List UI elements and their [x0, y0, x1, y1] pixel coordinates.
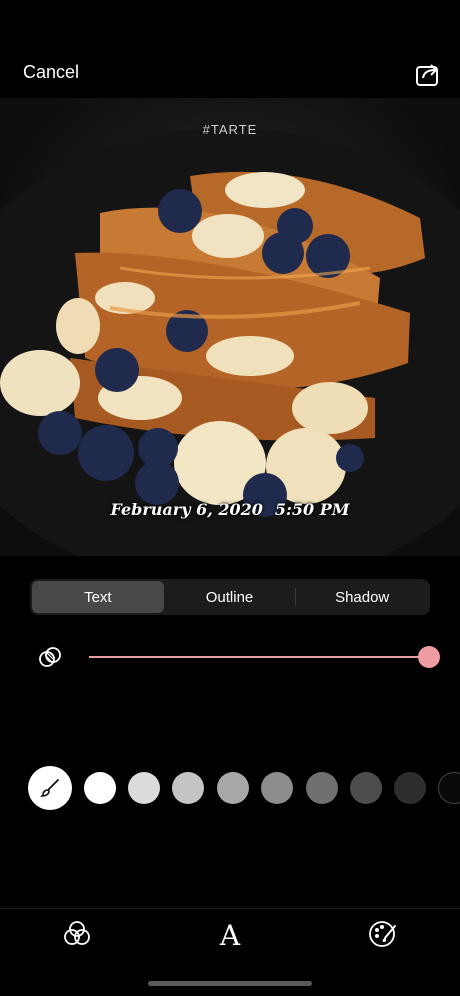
- opacity-slider[interactable]: [89, 656, 429, 658]
- svg-text:A: A: [219, 919, 241, 950]
- text-font-icon[interactable]: A: [214, 918, 246, 952]
- color-swatch-near-black[interactable]: [394, 772, 426, 804]
- color-swatch-silver[interactable]: [172, 772, 204, 804]
- time-text: 5:50 PM: [274, 500, 350, 519]
- date-text: February 6, 2020: [110, 500, 263, 519]
- share-icon[interactable]: [414, 60, 442, 88]
- tab-outline[interactable]: Outline: [164, 581, 296, 613]
- color-swatch-light-gray[interactable]: [128, 772, 160, 804]
- photo-preview: #TARTE February 6, 2020 5:50 PM: [0, 98, 460, 556]
- color-palette: [0, 766, 460, 812]
- opacity-icon: [38, 645, 62, 669]
- photo-tag-text[interactable]: #TARTE: [0, 122, 460, 137]
- home-indicator: [148, 981, 312, 986]
- opacity-slider-thumb[interactable]: [418, 646, 440, 668]
- color-swatch-gray[interactable]: [217, 772, 249, 804]
- toolbar-divider: [0, 908, 460, 909]
- tab-shadow[interactable]: Shadow: [296, 581, 428, 613]
- date-stamp[interactable]: February 6, 2020 5:50 PM: [0, 500, 460, 519]
- french-toast-image: [0, 128, 460, 556]
- brush-icon[interactable]: [28, 766, 72, 810]
- cancel-button[interactable]: Cancel: [23, 62, 79, 83]
- color-swatch-charcoal[interactable]: [350, 772, 382, 804]
- tab-text[interactable]: Text: [32, 581, 164, 613]
- color-swatch-dark-gray[interactable]: [306, 772, 338, 804]
- color-swatch-black[interactable]: [438, 772, 460, 804]
- color-swatch-white[interactable]: [84, 772, 116, 804]
- color-swatch-mid-gray[interactable]: [261, 772, 293, 804]
- palette-icon[interactable]: [367, 918, 399, 950]
- top-bar: Cancel: [0, 0, 460, 98]
- filters-icon[interactable]: [61, 918, 93, 950]
- style-segmented-control: Text Outline Shadow: [30, 579, 430, 615]
